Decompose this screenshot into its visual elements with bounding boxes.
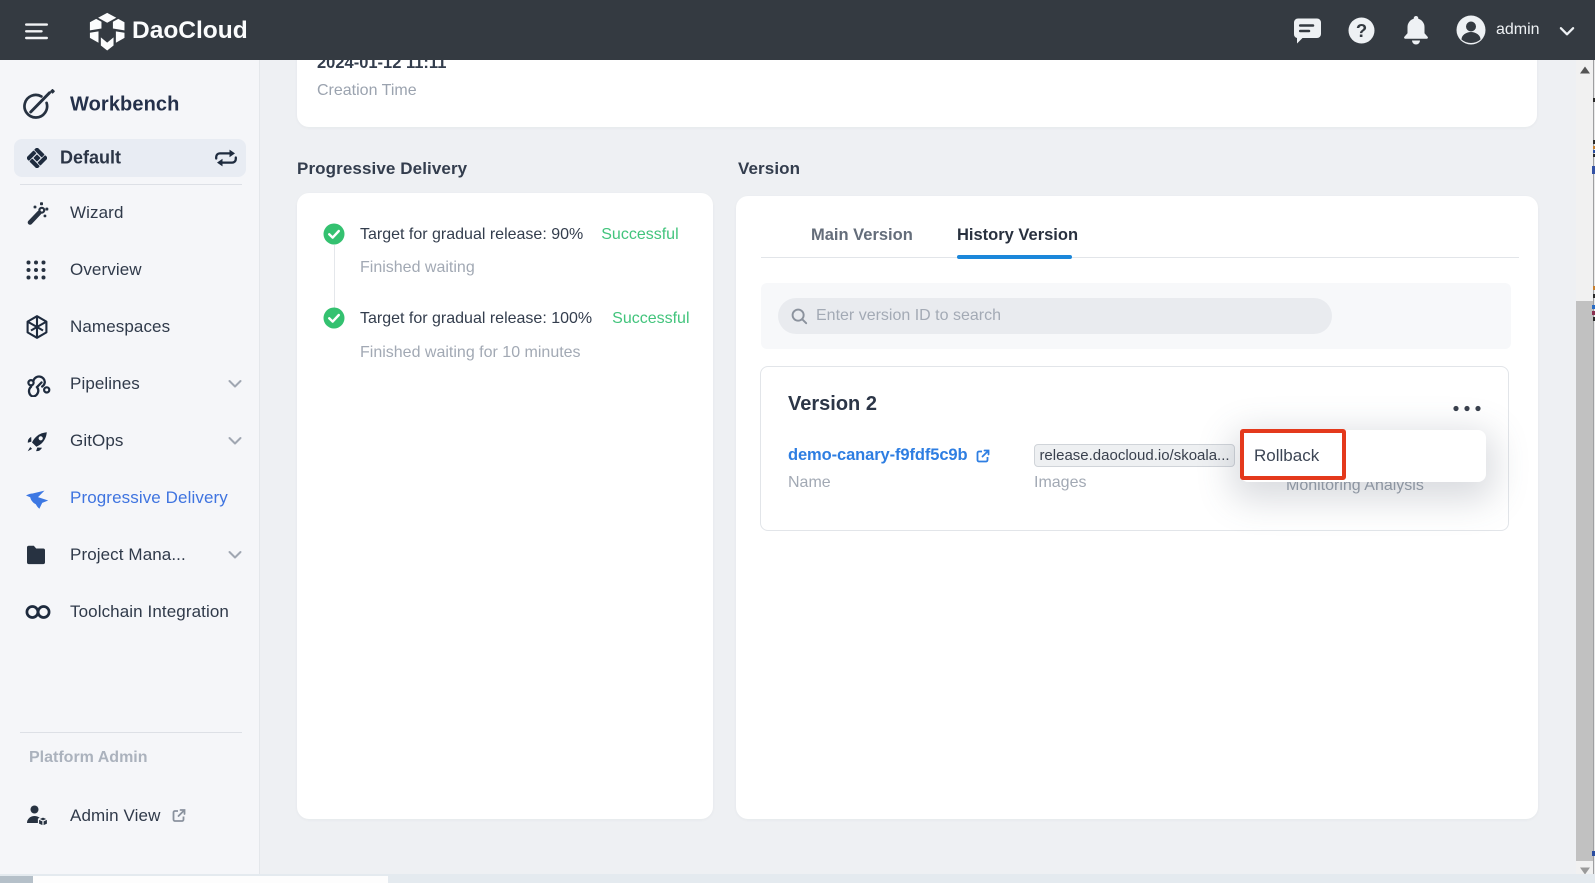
svg-text:?: ? <box>1356 20 1367 41</box>
